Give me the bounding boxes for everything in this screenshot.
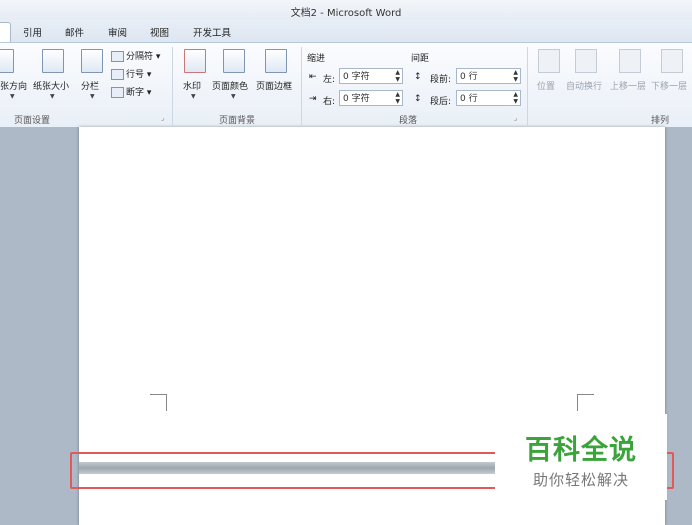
bring-forward-button[interactable]: 上移一层: [610, 79, 646, 92]
spacing-before-icon: ↕: [414, 72, 422, 82]
spacing-after-spinner[interactable]: 0 行 ▲ ▼: [456, 90, 521, 106]
columns-button[interactable]: 分栏: [81, 79, 99, 92]
watermark-subtitle: 助你轻松解决: [532, 471, 629, 489]
watermark-button[interactable]: 水印: [183, 79, 201, 92]
ribbon-tabs: 引用 邮件 审阅 视图 开发工具: [0, 20, 692, 43]
tab-page-layout[interactable]: [0, 22, 11, 43]
page-size-button[interactable]: 纸张大小: [33, 79, 69, 92]
breaks-icon: [111, 51, 124, 62]
wrap-text-icon: [575, 49, 597, 73]
indent-left-spinner[interactable]: 0 字符 ▲ ▼: [339, 68, 403, 84]
tab-review[interactable]: 审阅: [108, 25, 127, 39]
spacing-before-label: 段前:: [430, 75, 452, 85]
spacing-header: 间距: [411, 54, 430, 64]
spacing-after-icon: ↕: [414, 94, 422, 104]
tab-references[interactable]: 引用: [23, 25, 42, 39]
page-setup-group-label: 页面设置: [13, 116, 50, 126]
page-color-button[interactable]: 页面颜色: [212, 79, 248, 92]
indent-header: 缩进: [307, 54, 326, 64]
page-border-icon: [265, 49, 287, 73]
watermark-title: 百科全说: [525, 435, 637, 466]
spinner-arrows-icon[interactable]: ▲ ▼: [513, 69, 518, 83]
line-numbers-icon: [111, 69, 124, 80]
hyphenation-icon: [111, 87, 124, 98]
wrap-text-button[interactable]: 自动换行: [566, 79, 602, 92]
group-separator: [527, 47, 528, 125]
spinner-arrows-icon[interactable]: ▲ ▼: [395, 91, 400, 105]
page-size-icon: [42, 49, 64, 73]
dialog-launcher-icon[interactable]: ⌟: [161, 115, 168, 122]
spinner-arrows-icon[interactable]: ▲ ▼: [395, 69, 400, 83]
tab-view[interactable]: 视图: [150, 25, 169, 39]
crop-mark: [577, 394, 594, 411]
page-border-button[interactable]: 页面边框: [256, 79, 292, 92]
spacing-before-spinner[interactable]: 0 行 ▲ ▼: [456, 68, 521, 84]
group-separator: [301, 47, 302, 125]
send-backward-button[interactable]: 下移一层: [651, 79, 687, 92]
watermark-icon: [184, 49, 206, 73]
line-numbers-button[interactable]: 行号 ▾: [111, 67, 151, 80]
window-title: 文档2 - Microsoft Word: [290, 8, 402, 19]
indent-left-icon: ⇤: [309, 72, 317, 82]
page-color-icon: [223, 49, 245, 73]
indent-right-label: 右:: [323, 97, 336, 107]
page-background-group-label: 页面背景: [218, 116, 255, 126]
chevron-down-icon: ▼: [10, 93, 15, 100]
indent-right-spinner[interactable]: 0 字符 ▲ ▼: [339, 90, 403, 106]
hyphenation-button[interactable]: 断字 ▾: [111, 85, 151, 98]
orientation-button[interactable]: 张方向: [0, 79, 27, 92]
crop-mark: [150, 394, 167, 411]
chevron-down-icon: ▼: [50, 93, 55, 100]
columns-icon: [81, 49, 103, 73]
spinner-arrows-icon[interactable]: ▲ ▼: [513, 91, 518, 105]
title-bar: 文档2 - Microsoft Word: [0, 0, 692, 20]
paragraph-group-label: 段落: [398, 116, 417, 126]
orientation-icon: [0, 49, 14, 73]
ribbon: 张方向 ▼ 纸张大小 ▼ 分栏 ▼ 分隔符 ▾ 行号 ▾ 断字 ▾ 页面设置 ⌟…: [0, 42, 692, 128]
watermark-overlay: 百科全说 助你轻松解决: [495, 414, 667, 500]
position-icon: [538, 49, 560, 73]
tab-mailings[interactable]: 邮件: [65, 25, 84, 39]
spacing-after-label: 段后:: [430, 97, 452, 107]
bring-forward-icon: [619, 49, 641, 73]
send-backward-icon: [661, 49, 683, 73]
arrange-group-label: 排列: [650, 116, 669, 126]
chevron-down-icon: ▼: [231, 93, 236, 100]
chevron-down-icon: ▼: [191, 93, 196, 100]
indent-left-label: 左:: [323, 75, 336, 85]
dialog-launcher-icon[interactable]: ⌟: [514, 115, 521, 122]
group-separator: [172, 47, 173, 125]
indent-right-icon: ⇥: [309, 94, 317, 104]
tab-developer[interactable]: 开发工具: [193, 25, 231, 39]
chevron-down-icon: ▼: [90, 93, 95, 100]
breaks-button[interactable]: 分隔符 ▾: [111, 49, 160, 62]
position-button[interactable]: 位置: [537, 79, 555, 92]
